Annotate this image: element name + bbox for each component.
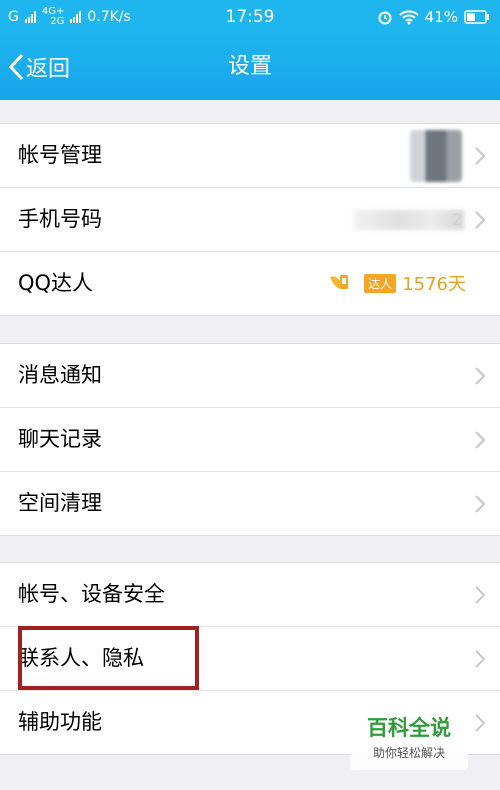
row-label: 手机号码 [18, 207, 102, 231]
chevron-right-icon [475, 714, 486, 732]
chevron-right-icon [475, 650, 486, 668]
row-label: 消息通知 [18, 363, 102, 387]
status-right: 41% [377, 0, 490, 34]
daren-wings-icon [330, 275, 349, 289]
row-phone-number[interactable]: 手机号码 2 [0, 188, 500, 252]
row-label: 空间清理 [18, 491, 102, 515]
phone-number-suffix: 2 [451, 210, 462, 229]
chevron-right-icon [475, 586, 486, 604]
row-storage-cleanup[interactable]: 空间清理 [0, 472, 500, 535]
qq-daren-badge: 达人 1576天 [328, 270, 466, 296]
wifi-icon [398, 10, 419, 25]
row-label: 聊天记录 [18, 427, 102, 451]
row-notifications[interactable]: 消息通知 [0, 344, 500, 408]
settings-group-messages: 消息通知 聊天记录 空间清理 [0, 343, 500, 536]
chevron-right-icon [475, 367, 486, 385]
row-qq-daren[interactable]: QQ达人 达人 1576天 [0, 252, 500, 315]
chevron-right-icon [475, 431, 486, 449]
settings-group-account: 帐号管理 手机号码 2 QQ达人 达人 1576天 [0, 123, 500, 316]
chevron-right-icon [475, 495, 486, 513]
phone-number-blurred [354, 210, 464, 230]
watermark: 百科全说 助你轻松解决 [350, 708, 468, 770]
page-title: 设置 [227, 54, 272, 79]
chevron-right-icon [475, 211, 486, 229]
battery-percent: 41% [424, 8, 458, 26]
watermark-title: 百科全说 [367, 716, 451, 740]
nav-bar: 返回 设置 [0, 34, 500, 100]
row-label: 帐号、设备安全 [18, 582, 165, 606]
alarm-icon [378, 11, 392, 25]
row-account-device-security[interactable]: 帐号、设备安全 [0, 563, 500, 627]
chevron-right-icon [475, 147, 486, 165]
highlight-box [18, 626, 199, 690]
daren-days: 1576天 [402, 274, 466, 295]
row-label: 帐号管理 [18, 143, 102, 167]
watermark-subtitle: 助你轻松解决 [372, 746, 445, 760]
row-label: 辅助功能 [18, 710, 102, 734]
battery-icon [464, 10, 489, 24]
row-label: QQ达人 [18, 271, 94, 295]
row-chat-history[interactable]: 聊天记录 [0, 408, 500, 472]
status-bar: G 4G+ 2G 0.7K/s 17:59 41% [0, 0, 500, 34]
row-account-management[interactable]: 帐号管理 [0, 124, 500, 188]
daren-tag: 达人 [364, 273, 397, 293]
avatar [410, 130, 462, 182]
